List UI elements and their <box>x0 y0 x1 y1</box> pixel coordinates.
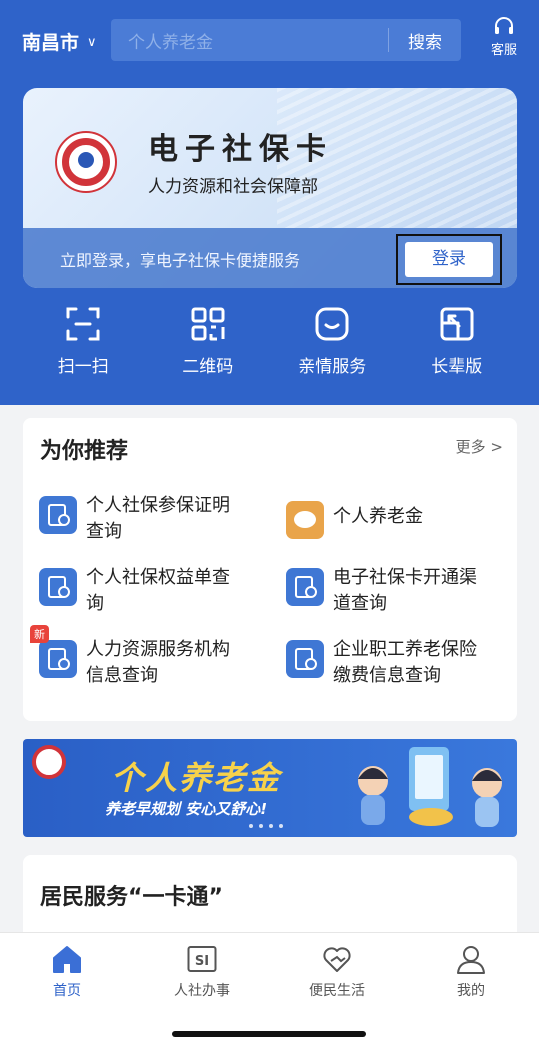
login-prompt: 立即登录，享电子社保卡便捷服务 <box>60 251 301 270</box>
quick-action-label: 二维码 <box>182 357 234 377</box>
card-login-bar: 立即登录，享电子社保卡便捷服务 登录 <box>23 228 517 288</box>
family-service-icon <box>315 307 349 341</box>
card-subtitle: 人力资源和社会保障部 <box>148 177 318 197</box>
person-icon <box>457 946 485 974</box>
recommend-section: 为你推荐 更多 > 个人社保参保证明 查询 个人养老金 个人社保权益单查 询 电… <box>23 418 517 721</box>
login-button[interactable]: 登录 <box>405 242 493 277</box>
service-label-line2: 信息查询 <box>86 665 158 686</box>
search-bar[interactable]: 个人养老金 搜索 <box>111 19 461 61</box>
service-label-line1: 企业职工养老保险 <box>333 639 477 660</box>
card-title: 电子社保卡 <box>148 132 333 167</box>
header: 南昌市 ∨ 个人养老金 搜索 客服 电子社保卡 人力资源和社会保障部 立即登录，… <box>0 0 539 405</box>
social-security-seal-icon <box>55 131 117 193</box>
tab-mine[interactable]: 我的 <box>426 943 516 1000</box>
scan-icon <box>66 307 100 341</box>
quick-action-label: 扫一扫 <box>57 357 109 377</box>
service-label-line1: 个人社保权益单查 <box>86 567 230 588</box>
quick-action-family-service[interactable]: 亲情服务 <box>270 306 395 377</box>
document-search-icon <box>39 496 77 534</box>
quick-action-scan[interactable]: 扫一扫 <box>21 306 146 377</box>
tab-label: 我的 <box>457 983 485 999</box>
search-input[interactable]: 个人养老金 <box>128 28 388 53</box>
tab-label: 人社办事 <box>174 983 230 999</box>
service-item-pension-payment[interactable]: 企业职工养老保险 缴费信息查询 <box>286 637 477 689</box>
social-security-card: 电子社保卡 人力资源和社会保障部 立即登录，享电子社保卡便捷服务 登录 <box>23 88 517 288</box>
quick-action-qrcode[interactable]: 二维码 <box>146 306 271 377</box>
quick-action-label: 亲情服务 <box>298 357 367 377</box>
service-label-line1: 个人养老金 <box>333 506 423 527</box>
bottom-tab-bar: 首页 SI 人社办事 便民生活 我的 <box>0 932 539 1046</box>
service-label-line2: 询 <box>86 593 104 614</box>
more-link[interactable]: 更多 > <box>456 436 503 457</box>
customer-service-button[interactable]: 客服 <box>484 16 524 58</box>
customer-service-label: 客服 <box>490 43 517 58</box>
chevron-down-icon: ∨ <box>87 35 97 50</box>
heart-icon <box>323 947 351 972</box>
social-security-logo-icon <box>32 745 66 779</box>
service-label-line1: 个人社保参保证明 <box>86 495 230 516</box>
card-search-icon <box>286 568 324 606</box>
resident-services-title: 居民服务“一卡通” <box>40 885 223 910</box>
home-icon <box>53 946 81 973</box>
home-indicator <box>172 1031 366 1037</box>
service-item-personal-pension[interactable]: 个人养老金 <box>286 498 423 539</box>
quick-action-label: 长辈版 <box>431 357 483 377</box>
city-selector[interactable]: 南昌市 ∨ <box>22 28 97 55</box>
service-label-line1: 人力资源服务机构 <box>86 639 230 660</box>
resident-services-section: 居民服务“一卡通” <box>23 855 517 935</box>
service-item-card-channels[interactable]: 电子社保卡开通渠 道查询 <box>286 565 477 617</box>
service-label-line2: 缴费信息查询 <box>333 665 441 686</box>
service-label-line1: 电子社保卡开通渠 <box>333 567 477 588</box>
elder-mode-icon <box>440 307 474 341</box>
quick-action-elder-mode[interactable]: 长辈版 <box>395 306 520 377</box>
service-label-line2: 道查询 <box>333 593 387 614</box>
banner-title: 个人养老金 <box>111 759 282 797</box>
recommend-title: 为你推荐 <box>40 439 129 464</box>
banner-slogan: 养老早规划 安心又舒心! <box>105 800 268 818</box>
service-item-insurance-certificate[interactable]: 个人社保参保证明 查询 <box>39 493 230 545</box>
pension-banner[interactable]: 个人养老金 养老早规划 安心又舒心! <box>23 739 517 837</box>
si-icon: SI <box>187 946 217 972</box>
svg-text:SI: SI <box>195 954 209 969</box>
qrcode-icon <box>191 307 225 341</box>
tab-home[interactable]: 首页 <box>22 943 112 1000</box>
document-search-icon <box>39 640 77 678</box>
document-search-icon <box>286 640 324 678</box>
search-button[interactable]: 搜索 <box>389 28 461 53</box>
document-search-icon <box>39 568 77 606</box>
quick-actions: 扫一扫 二维码 亲情服务 长辈版 <box>0 306 539 377</box>
service-item-rights-statement[interactable]: 个人社保权益单查 询 <box>39 565 230 617</box>
tab-label: 便民生活 <box>309 983 365 999</box>
service-label-line2: 查询 <box>86 521 122 542</box>
carousel-dots <box>249 824 283 828</box>
banner-illustration <box>358 747 502 827</box>
tab-hr-affairs[interactable]: SI 人社办事 <box>157 943 247 1000</box>
service-item-hr-agency[interactable]: 新 人力资源服务机构 信息查询 <box>30 625 230 689</box>
headset-icon <box>495 17 513 34</box>
tab-label: 首页 <box>53 983 81 999</box>
city-label: 南昌市 <box>22 32 80 54</box>
piggy-bank-icon <box>286 501 324 539</box>
new-badge: 新 <box>30 625 49 643</box>
tab-convenience-life[interactable]: 便民生活 <box>292 943 382 1000</box>
